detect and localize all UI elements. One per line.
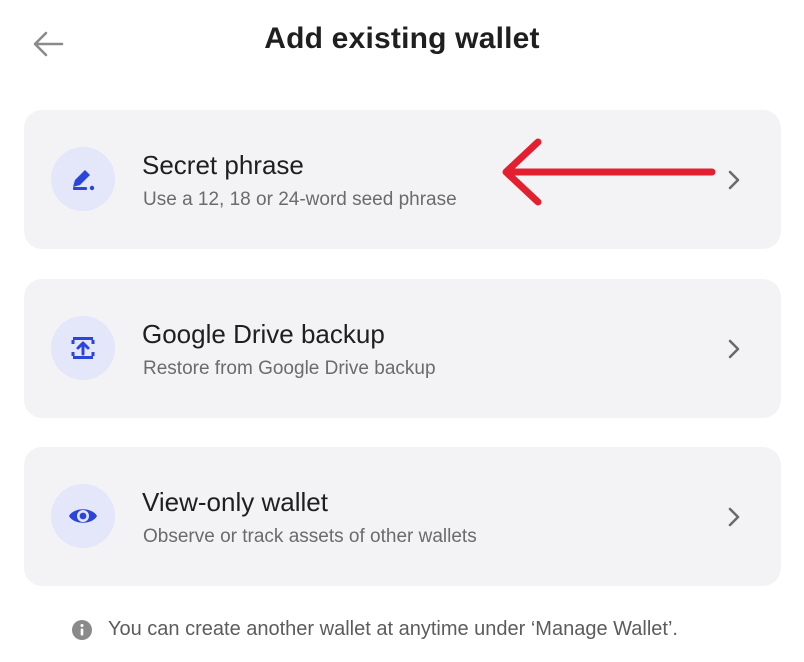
add-existing-wallet-screen: Add existing wallet Secret phrase Use a … bbox=[0, 0, 804, 662]
eye-icon bbox=[69, 509, 97, 523]
cloud-restore-icon bbox=[71, 337, 95, 359]
pen-icon bbox=[73, 170, 95, 191]
option-subtitle: Restore from Google Drive backup bbox=[143, 358, 436, 379]
chevron-right-icon bbox=[723, 168, 745, 192]
info-icon bbox=[72, 619, 92, 640]
chevron-right-icon bbox=[723, 505, 745, 529]
footer-note-text: You can create another wallet at anytime… bbox=[108, 618, 678, 640]
option-icon-circle bbox=[51, 147, 115, 211]
footer-note: You can create another wallet at anytime… bbox=[72, 618, 678, 641]
chevron-right-icon bbox=[723, 337, 745, 361]
option-icon-circle bbox=[51, 316, 115, 380]
option-view-only-wallet[interactable]: View-only wallet Observe or track assets… bbox=[24, 447, 781, 586]
option-subtitle: Observe or track assets of other wallets bbox=[143, 526, 477, 547]
page-title: Add existing wallet bbox=[264, 22, 540, 55]
header: Add existing wallet bbox=[0, 0, 804, 90]
option-title: Google Drive backup bbox=[142, 319, 385, 349]
option-title: View-only wallet bbox=[142, 487, 328, 517]
option-google-drive-backup[interactable]: Google Drive backup Restore from Google … bbox=[24, 279, 781, 418]
option-subtitle: Use a 12, 18 or 24-word seed phrase bbox=[143, 189, 457, 210]
option-icon-circle bbox=[51, 484, 115, 548]
option-title: Secret phrase bbox=[142, 150, 304, 180]
option-secret-phrase[interactable]: Secret phrase Use a 12, 18 or 24-word se… bbox=[24, 110, 781, 249]
